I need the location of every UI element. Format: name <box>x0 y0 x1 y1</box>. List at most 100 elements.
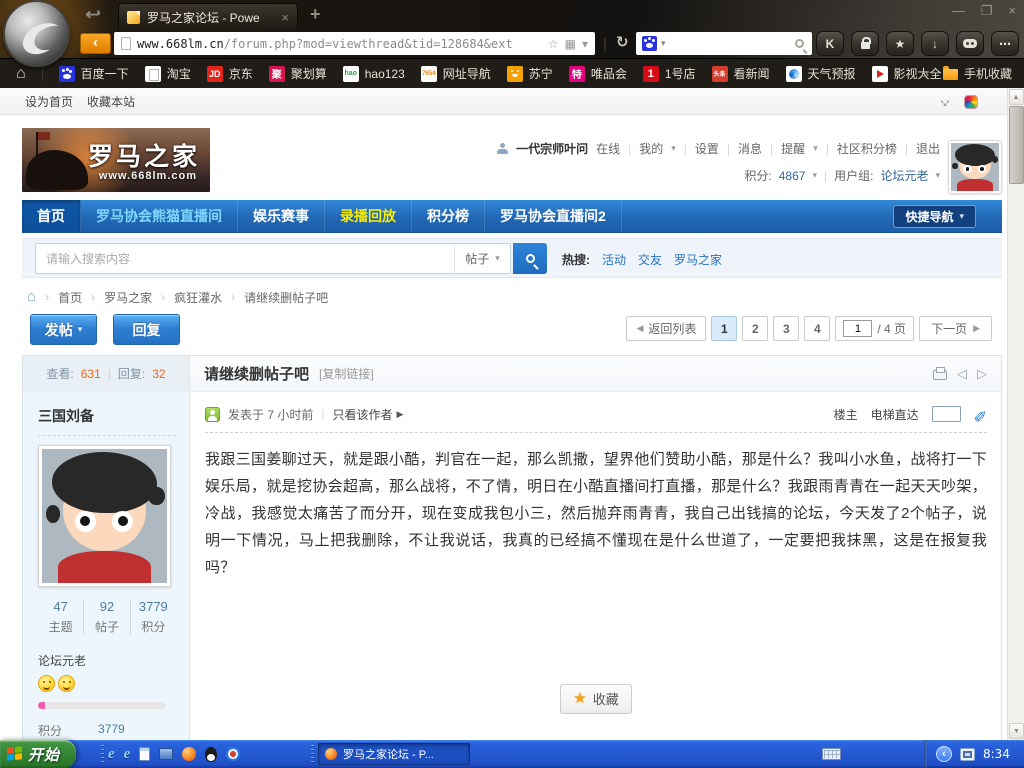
print-icon[interactable] <box>933 370 947 380</box>
bookmark-add-icon[interactable]: ☆ <box>548 37 559 51</box>
credits-value[interactable]: 4867 <box>779 169 806 183</box>
browser-logo[interactable] <box>3 0 70 67</box>
search-input[interactable] <box>36 252 454 266</box>
back-to-list-button[interactable]: ◀ 返回列表 <box>626 316 706 341</box>
bookmark-item[interactable]: 11号店 <box>643 65 696 82</box>
only-author-link[interactable]: 只看该作者 ▶ <box>332 406 403 423</box>
nav-leaderboard[interactable]: 积分榜 <box>412 200 485 232</box>
hot-link[interactable]: 罗马之家 <box>674 251 722 268</box>
bookmark-item[interactable]: JD京东 <box>207 65 253 82</box>
credit-value[interactable]: 3779 <box>98 722 125 739</box>
menu-settings[interactable]: 设置 <box>695 140 719 157</box>
search-type-select[interactable]: 帖子 ▾ <box>454 244 510 273</box>
author-name[interactable]: 三国刘备 <box>38 406 176 426</box>
bookmark-item[interactable]: 聚聚划算 <box>269 65 327 82</box>
tab-close-icon[interactable]: × <box>281 10 289 25</box>
downloads-button[interactable]: ↓ <box>921 31 949 56</box>
stat-threads[interactable]: 47 主题 <box>38 599 83 635</box>
breadcrumb-link[interactable]: 罗马之家 <box>104 289 152 306</box>
next-page-button[interactable]: 下一页 ▶ <box>919 316 992 341</box>
breadcrumb-home-icon[interactable]: ⌂ <box>27 290 36 304</box>
bookmark-item[interactable]: 特唯品会 <box>569 65 627 82</box>
browser-app-icon[interactable] <box>182 747 196 761</box>
home-icon[interactable]: ⌂ <box>16 66 26 82</box>
page-4-button[interactable]: 4 <box>804 316 830 341</box>
window-app-icon[interactable] <box>159 748 173 760</box>
site-logo[interactable]: 罗马之家 www.668lm.com <box>22 128 210 192</box>
bookmark-item[interactable]: 天气预报 <box>786 65 856 82</box>
hot-link[interactable]: 交友 <box>638 251 662 268</box>
vertical-scrollbar[interactable]: ▲ ▼ <box>1007 88 1024 740</box>
start-button[interactable]: 开始 <box>0 740 76 768</box>
username-link[interactable]: 一代宗师叶问 <box>516 140 588 157</box>
browser-history-back-icon[interactable]: ↩ <box>85 5 101 25</box>
page-1-button[interactable]: 1 <box>711 316 737 341</box>
taskbar-grip[interactable] <box>311 745 314 763</box>
ie-icon[interactable]: e <box>124 746 131 763</box>
games-button[interactable] <box>956 31 984 56</box>
bookmark-item[interactable]: 7654网址导航 <box>421 65 491 82</box>
qr-code-icon[interactable]: ▦ <box>565 37 576 51</box>
stat-posts[interactable]: 92 帖子 <box>83 599 129 635</box>
bookmark-item[interactable]: 头条看新闻 <box>712 65 770 82</box>
tray-collapse-icon[interactable]: ‹ <box>936 746 952 762</box>
scroll-up-arrow[interactable]: ▲ <box>1009 89 1024 105</box>
nav-live2[interactable]: 罗马协会直播间2 <box>485 200 622 232</box>
url-text[interactable]: www.668lm.cn/forum.php?mod=viewthread&ti… <box>137 37 542 51</box>
bookmark-item[interactable]: 苏宁 <box>507 65 553 82</box>
bookmarks-overflow-button[interactable]: » <box>922 67 929 81</box>
bookmark-item[interactable]: 淘宝 <box>145 65 191 82</box>
chevron-down-icon[interactable]: ▾ <box>661 38 666 49</box>
search-icon[interactable] <box>795 39 804 48</box>
quick-nav-button[interactable]: 快捷导航 ▾ <box>893 205 976 228</box>
hot-link[interactable]: 活动 <box>602 251 626 268</box>
reply-button[interactable]: 回复 <box>113 314 180 345</box>
nav-entertainment[interactable]: 娱乐赛事 <box>238 200 325 232</box>
bookmark-item[interactable]: haohao123 <box>343 66 405 82</box>
tray-display-icon[interactable] <box>960 748 975 761</box>
k-extension-button[interactable]: K <box>816 31 844 56</box>
address-bar[interactable]: www.668lm.cn/forum.php?mod=viewthread&ti… <box>114 32 595 55</box>
menu-mine[interactable]: 我的 <box>639 140 663 157</box>
jump-pen-icon[interactable]: ✎ <box>974 407 987 421</box>
baidu-paw-icon[interactable] <box>642 36 657 51</box>
page-jump-input[interactable] <box>843 320 872 337</box>
stat-credits[interactable]: 3779 积分 <box>130 599 176 635</box>
input-method-keyboard-icon[interactable] <box>822 748 841 760</box>
chevron-down-icon[interactable]: ▾ <box>582 37 588 51</box>
copy-link[interactable]: [复制链接] <box>319 365 374 382</box>
qq-icon[interactable] <box>205 747 217 762</box>
breadcrumb-link[interactable]: 首页 <box>58 289 82 306</box>
scroll-down-arrow[interactable]: ▼ <box>1009 723 1024 739</box>
task-button[interactable]: 罗马之家论坛 - P... <box>318 743 470 765</box>
quick-launch-grip[interactable] <box>101 745 104 763</box>
menu-rank[interactable]: 社区积分榜 <box>837 140 897 157</box>
elevator-input[interactable] <box>932 406 961 422</box>
security-app-icon[interactable] <box>226 747 240 761</box>
nav-panda-live[interactable]: 罗马协会熊猫直播间 <box>81 200 238 232</box>
restore-button[interactable]: ❐ <box>981 3 993 19</box>
menu-more-button[interactable]: ⋯ <box>991 31 1019 56</box>
user-avatar[interactable] <box>948 140 1002 194</box>
search-button[interactable] <box>513 243 547 274</box>
document-app-icon[interactable] <box>139 747 150 761</box>
author-avatar[interactable] <box>38 445 171 587</box>
next-thread-icon[interactable]: ▷ <box>977 366 987 382</box>
security-lock-button[interactable] <box>851 31 879 56</box>
bookmark-item[interactable]: 百度一下 <box>59 65 129 82</box>
new-tab-button[interactable]: + <box>310 4 321 25</box>
new-post-button[interactable]: 发帖 ▾ <box>30 314 97 345</box>
browser-search-box[interactable]: ▾ <box>636 32 812 55</box>
page-2-button[interactable]: 2 <box>742 316 768 341</box>
prev-thread-icon[interactable]: ◁ <box>957 366 967 382</box>
nav-home[interactable]: 首页 <box>22 200 81 232</box>
mobile-favorites-folder[interactable]: 手机收藏 <box>943 65 1012 82</box>
minimize-button[interactable]: — <box>952 3 965 19</box>
back-button[interactable]: ‹ <box>80 33 111 54</box>
favorite-button[interactable]: ★ 收藏 <box>560 684 631 714</box>
nav-replays[interactable]: 录播回放 <box>325 200 412 232</box>
elevator-label[interactable]: 电梯直达 <box>871 406 919 423</box>
refresh-icon[interactable]: ↻ <box>616 33 629 51</box>
menu-messages[interactable]: 消息 <box>738 140 762 157</box>
usergroup-value[interactable]: 论坛元老 <box>880 167 928 184</box>
